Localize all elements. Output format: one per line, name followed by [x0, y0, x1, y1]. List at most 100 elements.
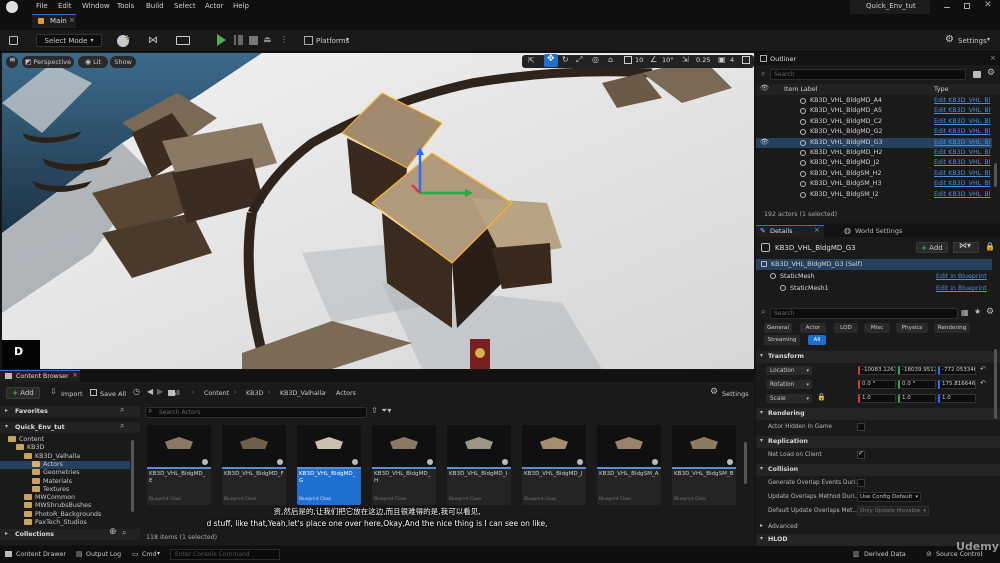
maximize-icon[interactable] — [964, 3, 970, 9]
outliner-row-type[interactable]: Edit KB3D_VHL_Bl — [934, 180, 990, 187]
outliner-row[interactable]: KB3D_VHL_BldgSM_H2 Edit KB3D_VHL_Bl — [756, 169, 992, 179]
surface-snap-icon[interactable]: ⌂ — [608, 55, 613, 64]
scale-dropdown[interactable]: Scale ▾ — [766, 394, 812, 403]
filter-chip[interactable]: LOD — [834, 323, 858, 333]
outliner-search-input[interactable] — [770, 69, 966, 80]
rotation-z[interactable]: 175.816646 — [938, 380, 976, 389]
component-row[interactable]: StaticMesh Edit in Blueprint — [756, 271, 992, 282]
actor-hidden-checkbox[interactable] — [857, 423, 865, 431]
outliner-row-type[interactable]: Edit KB3D_VHL_Bl — [934, 170, 990, 177]
outliner-row-type[interactable]: Edit KB3D_VHL_Bl — [934, 149, 990, 156]
component-row[interactable]: KB3D_VHL_BldgMD_G3 (Self) — [756, 259, 992, 270]
rotation-y[interactable]: 0.0 ° — [898, 380, 936, 389]
asset-tile[interactable]: KB3D_VHL_BldgMD_J Blueprint Class — [522, 425, 586, 505]
asset-tile[interactable]: KB3D_VHL_BldgMD_H Blueprint Class — [372, 425, 436, 505]
outliner-row[interactable]: KB3D_VHL_BldgMD_G2 Edit KB3D_VHL_Bl — [756, 127, 992, 137]
location-reset-icon[interactable]: ↶ — [980, 365, 986, 373]
save-icon[interactable] — [9, 36, 18, 45]
rendering-section-header[interactable]: Rendering — [756, 408, 1000, 420]
select-tool-icon[interactable]: ⇱ — [528, 56, 535, 65]
settings-gear-icon[interactable]: ⚙ — [945, 34, 954, 45]
grid-snap-icon[interactable] — [624, 56, 632, 64]
favorite-star-icon[interactable]: ★ — [974, 307, 981, 316]
perspective-button[interactable]: ◩ Perspective — [22, 56, 74, 68]
outliner-row-type[interactable]: Edit KB3D_VHL_Bl — [934, 128, 990, 135]
play-icon[interactable] — [217, 34, 226, 46]
menu-edit[interactable]: Edit — [58, 2, 72, 10]
outliner-row[interactable]: KB3D_VHL_BldgMD_J2 Edit KB3D_VHL_Bl — [756, 158, 992, 168]
outliner-row[interactable]: 👁 KB3D_VHL_BldgMD_G3 Edit KB3D_VHL_Bl — [756, 137, 992, 148]
camera-speed-value[interactable]: 4 — [730, 56, 734, 64]
menu-select[interactable]: Select — [174, 2, 196, 10]
outliner-col-type[interactable]: Type — [934, 86, 948, 93]
cinematics-icon[interactable] — [176, 36, 190, 45]
details-tab-close-icon[interactable]: × — [814, 226, 820, 234]
filter-chip[interactable]: Physics — [896, 323, 928, 333]
outliner-row-type[interactable]: Edit KB3D_VHL_Bl — [934, 139, 990, 146]
asset-tile[interactable]: KB3D_VHL_BldgSM_B Blueprint Class — [672, 425, 736, 505]
edit-in-blueprint-link[interactable]: Edit in Blueprint — [936, 273, 987, 280]
outliner-row[interactable]: KB3D_VHL_BldgMD_H2 Edit KB3D_VHL_Bl — [756, 148, 992, 158]
edit-in-blueprint-link[interactable]: Edit in Blueprint — [936, 285, 987, 292]
outliner-row[interactable]: KB3D_VHL_BldgMD_A4 Edit KB3D_VHL_Bl — [756, 96, 992, 106]
details-search-input[interactable] — [770, 308, 958, 319]
viewport-layout-icon[interactable] — [742, 56, 750, 64]
visibility-eye-icon[interactable]: 👁 — [760, 138, 769, 146]
filter-chip[interactable]: Rendering — [934, 323, 970, 333]
scale-x[interactable]: 1.0 — [858, 394, 896, 403]
platforms-button[interactable]: Platforms — [316, 37, 349, 45]
advanced-toggle[interactable]: Advanced — [768, 523, 798, 530]
derived-data-button[interactable]: Derived Data — [864, 551, 906, 558]
asset-tile[interactable]: KB3D_VHL_BldgMD_I Blueprint Class — [447, 425, 511, 505]
rotation-dropdown[interactable]: Rotation ▾ — [766, 380, 812, 389]
replication-section-header[interactable]: Replication — [756, 436, 1000, 448]
asset-tile[interactable]: KB3D_VHL_BldgMD_E Blueprint Class — [147, 425, 211, 505]
platforms-icon[interactable] — [304, 36, 313, 45]
outliner-tab[interactable]: Outliner — [770, 55, 796, 63]
play-options-icon[interactable]: ⋮ — [280, 35, 288, 44]
outliner-row[interactable]: KB3D_VHL_BldgSM_I2 Edit KB3D_VHL_Bl — [756, 190, 992, 200]
viewport-scene[interactable] — [2, 53, 754, 369]
show-button[interactable]: Show — [110, 56, 136, 68]
location-y[interactable]: -18039.9512 — [898, 366, 936, 375]
filter-chip[interactable]: General — [764, 323, 792, 333]
output-log-button[interactable]: Output Log — [86, 551, 121, 558]
outliner-row-type[interactable]: Edit KB3D_VHL_Bl — [934, 107, 990, 114]
rotation-snap-icon[interactable]: ∠ — [650, 55, 657, 64]
camera-speed-icon[interactable]: ▣ — [718, 55, 726, 64]
rotation-snap-value[interactable]: 10° — [662, 56, 674, 64]
grid-snap-value[interactable]: 10 — [635, 56, 643, 64]
location-x[interactable]: -10083.1263 — [858, 366, 896, 375]
details-settings-icon[interactable]: ⚙ — [986, 307, 994, 317]
gen-overlap-checkbox[interactable] — [857, 479, 865, 487]
filter-chip[interactable]: Streaming — [764, 335, 800, 345]
details-grid-icon[interactable]: ▦ — [961, 308, 969, 317]
outliner-row[interactable]: KB3D_VHL_BldgMD_A5 Edit KB3D_VHL_Bl — [756, 106, 992, 116]
minimize-icon[interactable] — [944, 7, 950, 8]
level-viewport[interactable]: ≡ ◩ Perspective ◉ Lit Show ⇱ ✥ ↻ ⤢ ◎ ⌂ 1… — [2, 53, 754, 369]
scale-snap-value[interactable]: 0.25 — [696, 56, 710, 64]
content-drawer-button[interactable]: Content Drawer — [16, 551, 66, 558]
actor-name[interactable]: KB3D_VHL_BldgMD_G3 — [775, 244, 856, 252]
outliner-row-type[interactable]: Edit KB3D_VHL_Bl — [934, 118, 990, 125]
menu-help[interactable]: Help — [233, 2, 249, 10]
outliner-row[interactable]: KB3D_VHL_BldgSM_H3 Edit KB3D_VHL_Bl — [756, 179, 992, 189]
lock-icon[interactable]: 🔒 — [985, 242, 995, 251]
filter-chip[interactable]: Actor — [800, 323, 826, 333]
menu-actor[interactable]: Actor — [205, 2, 223, 10]
outliner-row-type[interactable]: Edit KB3D_VHL_Bl — [934, 159, 990, 166]
lit-button[interactable]: ◉ Lit — [78, 56, 108, 68]
outliner-scrollbar[interactable] — [994, 163, 997, 187]
asset-tile[interactable]: KB3D_VHL_BldgSM_A Blueprint Class — [597, 425, 661, 505]
scale-lock-icon[interactable]: 🔒 — [817, 393, 826, 401]
select-mode-button[interactable]: Select Mode ▾ — [36, 34, 102, 47]
collision-section-header[interactable]: Collision — [756, 464, 1000, 476]
tab-close-icon[interactable]: × — [69, 16, 75, 24]
location-dropdown[interactable]: Location ▾ — [766, 366, 812, 375]
filter-chip[interactable]: All — [808, 335, 826, 345]
stop-icon[interactable] — [249, 36, 258, 45]
rotate-tool-icon[interactable]: ↻ — [562, 55, 569, 64]
rotation-x[interactable]: 0.0 ° — [858, 380, 896, 389]
menu-tools[interactable]: Tools — [117, 2, 134, 10]
settings-button[interactable]: Settings — [958, 37, 987, 45]
